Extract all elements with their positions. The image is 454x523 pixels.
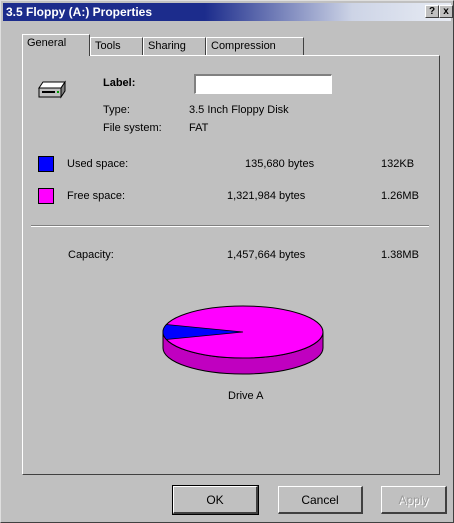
general-panel: Label: Type: 3.5 Inch Floppy Disk File s… (22, 55, 440, 475)
used-space-swatch (38, 156, 54, 172)
window-title: 3.5 Floppy (A:) Properties (6, 5, 153, 19)
properties-dialog: 3.5 Floppy (A:) Properties ? x General T… (0, 0, 454, 523)
capacity-short: 1.38MB (381, 249, 419, 261)
file-system-value: FAT (189, 122, 209, 134)
ok-button[interactable]: OK (172, 485, 259, 515)
capacity-bytes: 1,457,664 bytes (227, 249, 306, 261)
type-caption: Type: (103, 104, 130, 116)
file-system-caption: File system: (103, 122, 162, 134)
drive-caption: Drive A (228, 390, 264, 402)
type-value: 3.5 Inch Floppy Disk (189, 104, 289, 116)
label-field[interactable] (194, 74, 332, 94)
tab-tools[interactable]: Tools (90, 37, 143, 55)
separator (31, 225, 429, 227)
free-space-caption: Free space: (67, 190, 126, 202)
floppy-drive-icon (38, 80, 66, 99)
capacity-caption: Capacity: (68, 249, 114, 261)
tab-compression[interactable]: Compression (206, 37, 304, 55)
help-button[interactable]: ? (425, 5, 439, 18)
used-space-caption: Used space: (67, 158, 129, 170)
free-space-short: 1.26MB (381, 190, 419, 202)
apply-button[interactable]: Apply (381, 486, 447, 514)
label-caption: Label: (103, 77, 136, 89)
free-space-bytes: 1,321,984 bytes (227, 190, 306, 202)
title-bar[interactable]: 3.5 Floppy (A:) Properties ? x (3, 3, 453, 21)
used-space-short: 132KB (381, 158, 415, 170)
free-space-swatch (38, 188, 54, 204)
disk-usage-pie-chart (162, 305, 324, 375)
cancel-button[interactable]: Cancel (278, 486, 363, 514)
tab-general[interactable]: General (22, 34, 90, 56)
used-space-bytes: 135,680 bytes (245, 158, 315, 170)
close-button[interactable]: x (439, 5, 453, 18)
tab-sharing[interactable]: Sharing (143, 37, 206, 55)
